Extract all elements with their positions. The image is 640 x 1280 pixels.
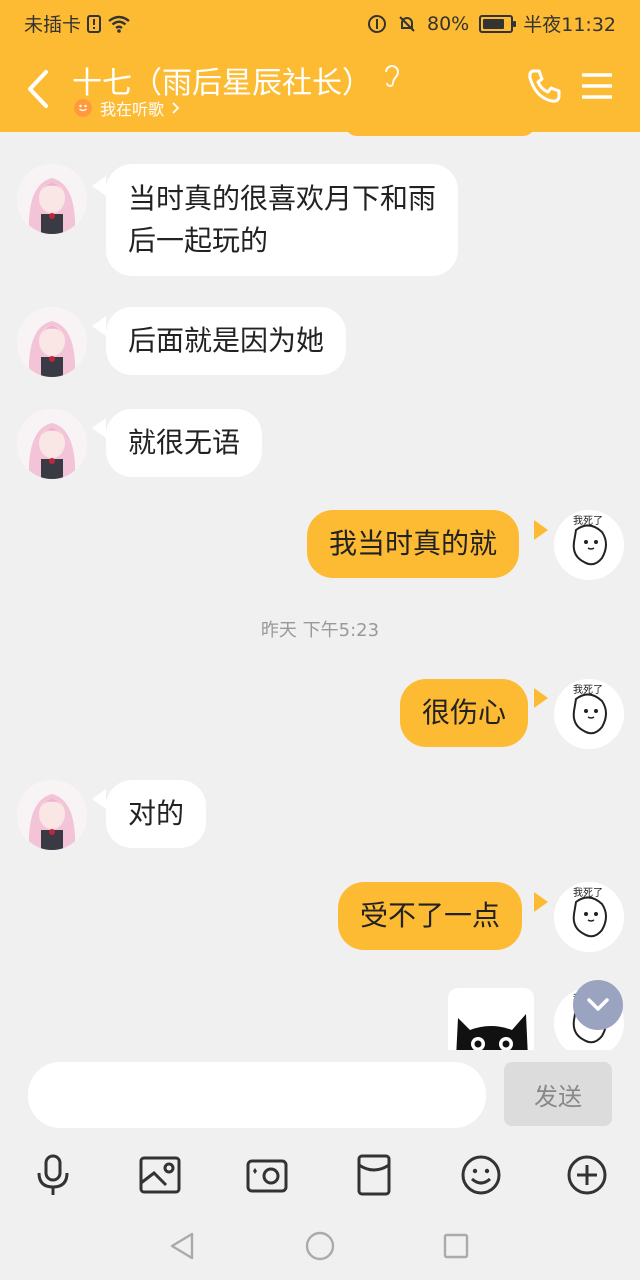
listening-label: 我在听歌 bbox=[100, 100, 165, 119]
red-packet-icon bbox=[357, 1154, 391, 1196]
recents-nav-icon bbox=[443, 1233, 469, 1259]
voice-button[interactable] bbox=[28, 1150, 78, 1200]
system-nav-bar bbox=[0, 1210, 640, 1280]
message-bubble[interactable]: 我当时真的就 bbox=[307, 510, 520, 578]
black-cat-sticker bbox=[456, 1014, 528, 1050]
home-nav-icon bbox=[305, 1231, 335, 1261]
wifi-icon bbox=[108, 15, 130, 33]
camera-icon bbox=[246, 1159, 288, 1193]
avatar[interactable]: 我死了 bbox=[554, 510, 624, 580]
message-list[interactable]: 当时真的很喜欢月下和雨 后一起玩的 后面就是因为她 就很无语 我当时真的就 我死… bbox=[0, 132, 640, 1050]
sticker-caption: 我死了 bbox=[573, 515, 603, 527]
avatar[interactable] bbox=[17, 780, 87, 850]
sticker-caption: 我死了 bbox=[573, 887, 603, 899]
back-button[interactable] bbox=[22, 64, 62, 114]
message-input[interactable] bbox=[28, 1062, 486, 1128]
phone-icon bbox=[528, 69, 561, 103]
message-bubble[interactable]: 受不了一点 bbox=[338, 882, 523, 950]
microphone-icon bbox=[37, 1154, 69, 1195]
input-toolbar bbox=[0, 1140, 640, 1210]
avatar[interactable]: 我死了 bbox=[554, 882, 624, 952]
emoji-icon bbox=[461, 1155, 501, 1195]
sticker-caption: 我死了 bbox=[573, 684, 603, 696]
chat-header: 未插卡 80% 半夜11:32 十七（雨后星辰社长） 我在听歌 bbox=[0, 0, 640, 132]
nav-recents-button[interactable] bbox=[438, 1228, 474, 1264]
chevron-right-icon bbox=[172, 102, 180, 114]
avatar[interactable]: 我死了 bbox=[554, 679, 624, 749]
avatar[interactable] bbox=[17, 409, 87, 479]
plus-icon bbox=[567, 1155, 607, 1195]
message-bubble[interactable]: 很伤心 bbox=[400, 679, 529, 747]
menu-icon bbox=[581, 73, 613, 99]
data-saver-icon bbox=[368, 14, 386, 33]
photo-button[interactable] bbox=[135, 1150, 185, 1200]
message-bubble[interactable]: 后面就是因为她 bbox=[106, 307, 347, 375]
send-button[interactable]: 发送 bbox=[504, 1062, 612, 1126]
nav-home-button[interactable] bbox=[302, 1228, 338, 1264]
message-bubble[interactable]: 当时真的很喜欢月下和雨 后一起玩的 bbox=[106, 164, 459, 276]
status-bar: 未插卡 80% 半夜11:32 bbox=[0, 0, 640, 42]
call-button[interactable] bbox=[524, 66, 564, 106]
timestamp: 昨天 下午5:23 bbox=[260, 620, 380, 641]
smile-face-icon bbox=[74, 99, 92, 117]
ear-icon bbox=[382, 62, 402, 94]
avatar[interactable] bbox=[17, 164, 87, 234]
menu-button[interactable] bbox=[581, 72, 613, 100]
avatar[interactable] bbox=[17, 307, 87, 377]
chevron-down-icon bbox=[587, 998, 609, 1011]
clock: 半夜11:32 bbox=[523, 14, 616, 36]
red-packet-button[interactable] bbox=[349, 1150, 399, 1200]
carrier-label: 未插卡 bbox=[24, 14, 82, 36]
chevron-left-icon bbox=[28, 70, 48, 108]
camera-button[interactable] bbox=[242, 1150, 292, 1200]
more-button[interactable] bbox=[562, 1150, 612, 1200]
message-bubble[interactable]: 对的 bbox=[106, 780, 207, 848]
listening-status[interactable]: 我在听歌 bbox=[74, 96, 180, 120]
image-icon bbox=[139, 1156, 181, 1194]
back-nav-icon bbox=[170, 1232, 194, 1260]
battery-icon bbox=[479, 14, 517, 33]
emoji-button[interactable] bbox=[456, 1150, 506, 1200]
nav-back-button[interactable] bbox=[164, 1228, 200, 1264]
mute-bell-icon bbox=[399, 15, 415, 32]
input-bar: 发送 bbox=[0, 1050, 640, 1140]
message-bubble[interactable]: 就很无语 bbox=[106, 409, 263, 477]
battery-percent: 80% bbox=[427, 12, 470, 35]
sticker-image-message[interactable] bbox=[448, 988, 534, 1050]
scroll-to-bottom-button[interactable] bbox=[573, 980, 623, 1030]
partial-message-bubble bbox=[345, 132, 535, 136]
battery-fill bbox=[483, 18, 505, 29]
sim-alert-icon bbox=[87, 14, 102, 33]
